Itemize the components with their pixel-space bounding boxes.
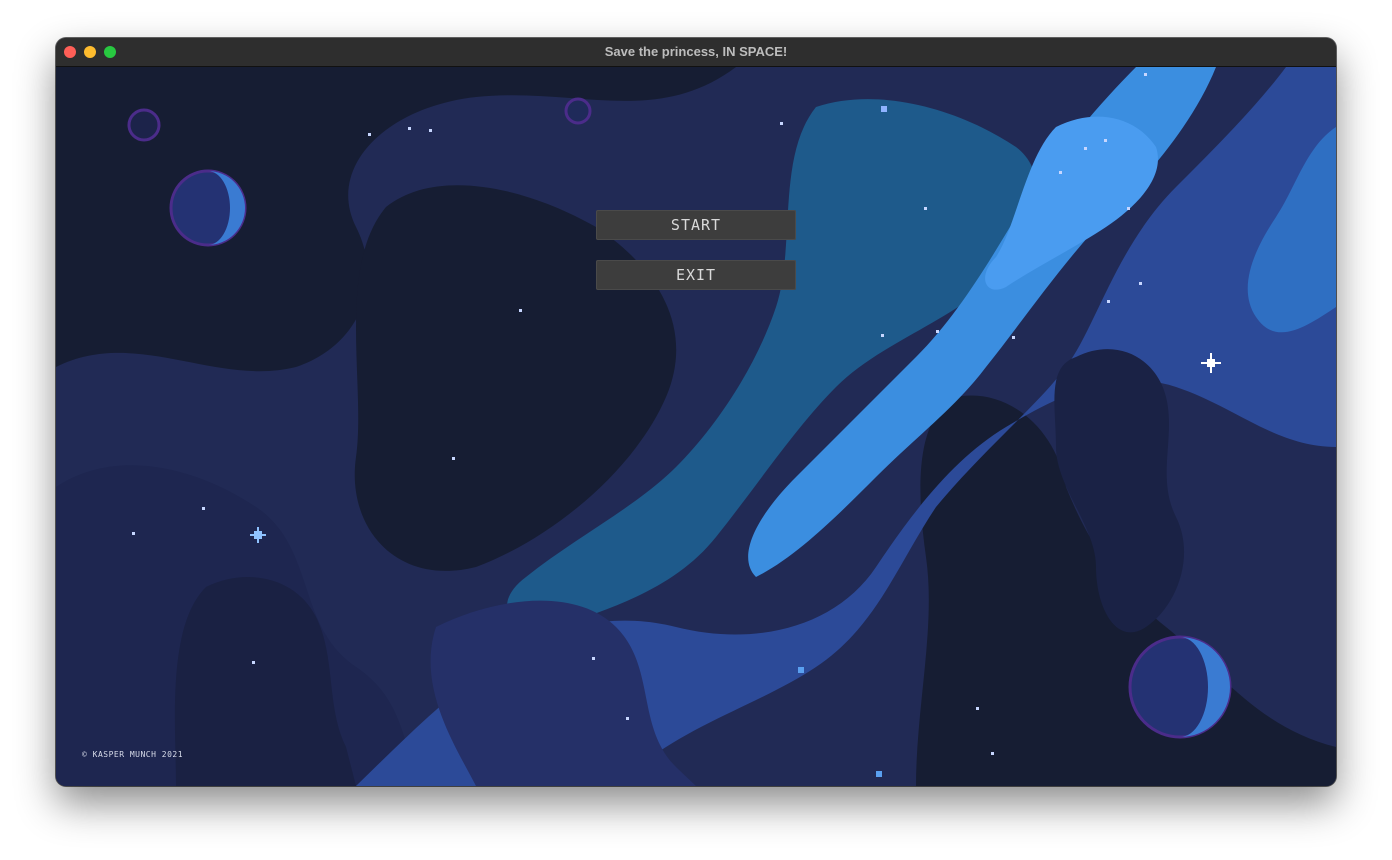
exit-button[interactable]: EXIT <box>596 260 796 290</box>
window-title: Save the princess, IN SPACE! <box>604 44 788 59</box>
app-window: Save the princess, IN SPACE! START EXIT … <box>56 38 1336 786</box>
planet-medium-left <box>169 169 247 247</box>
planet-small-top-left <box>127 108 161 142</box>
copyright-text: © KASPER MUNCH 2021 <box>82 750 184 759</box>
title-bar[interactable]: Save the princess, IN SPACE! <box>56 38 1336 67</box>
planet-tiny-top <box>564 97 592 125</box>
space-background <box>56 67 1336 786</box>
start-button[interactable]: START <box>596 210 796 240</box>
game-canvas[interactable]: START EXIT © KASPER MUNCH 2021 <box>56 67 1336 786</box>
planet-large-bottom-right <box>1128 635 1232 739</box>
